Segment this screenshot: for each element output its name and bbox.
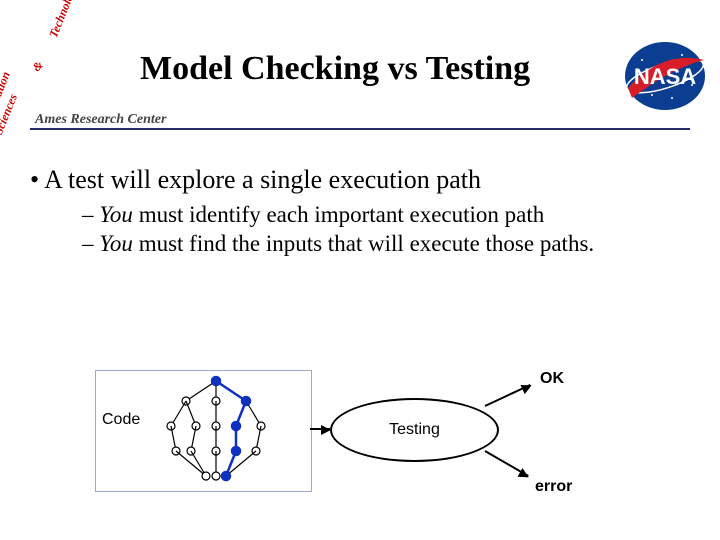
ist-corner-logo: Technology & Information Sciences — [0, 15, 110, 115]
dash: – — [82, 231, 99, 256]
bullet-1: • A test will explore a single execution… — [30, 165, 690, 195]
header-rule — [30, 128, 690, 130]
error-label: error — [535, 478, 572, 496]
you-emph: You — [99, 202, 133, 227]
dash: – — [82, 202, 99, 227]
svg-text:NASA: NASA — [634, 64, 696, 89]
bullet-1a: – You must identify each important execu… — [82, 201, 690, 228]
testing-label: Testing — [389, 421, 440, 439]
ok-label: OK — [540, 370, 564, 388]
slide-header: Technology & Information Sciences Ames R… — [0, 0, 720, 128]
slide-title: Model Checking vs Testing — [140, 50, 530, 88]
testing-oval: Testing — [330, 398, 499, 462]
arrow-testing-to-ok — [485, 384, 531, 407]
arrow-testing-to-error — [485, 450, 529, 477]
slide-content: • A test will explore a single execution… — [30, 165, 690, 259]
you-emph: You — [99, 231, 133, 256]
bullet-1b: – You must find the inputs that will exe… — [82, 230, 690, 257]
rest: must find the inputs that will execute t… — [133, 231, 594, 256]
arrow-code-to-testing — [310, 428, 330, 430]
execution-tree-icon — [96, 371, 311, 491]
corner-text-tech: Technology — [46, 0, 81, 40]
rest: must identify each important execution p… — [133, 202, 544, 227]
ames-label: Ames Research Center — [35, 112, 166, 128]
nasa-logo-icon: NASA — [622, 40, 708, 112]
testing-diagram: Code Te — [95, 370, 615, 515]
code-box: Code — [95, 370, 312, 492]
